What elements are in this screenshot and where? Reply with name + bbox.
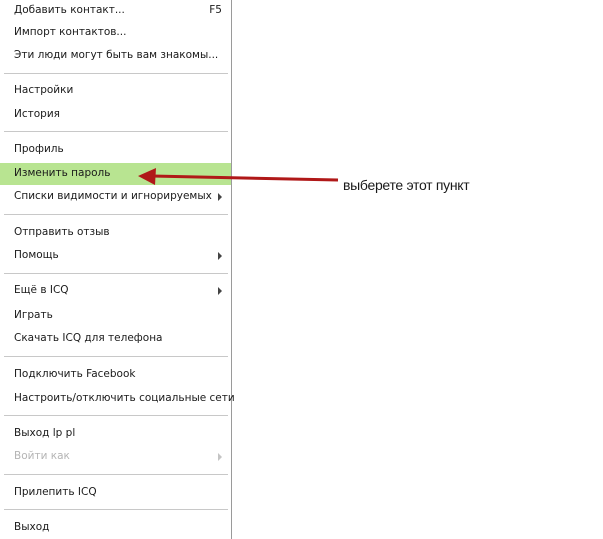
arrow-shaft bbox=[151, 174, 339, 182]
annotation-arrow-icon bbox=[138, 168, 339, 185]
arrow-head bbox=[138, 168, 156, 185]
annotation-text: выберете этот пункт bbox=[343, 177, 470, 193]
